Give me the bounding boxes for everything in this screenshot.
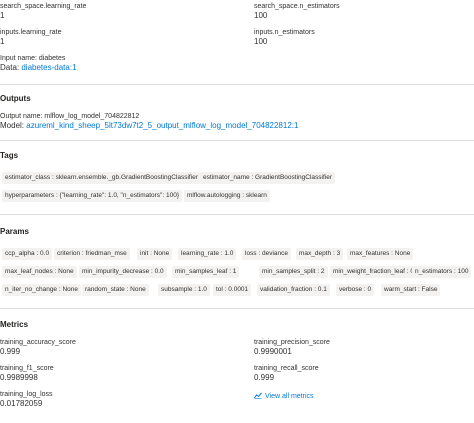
param-chip: min_weight_fraction_leaf : 0.0 xyxy=(330,266,423,278)
metric-training-f1: training_f1_score 0.9989998 xyxy=(0,364,54,383)
metric-label: training_accuracy_score xyxy=(0,339,76,346)
input-info: Input name: diabetes Data: diabetes-data… xyxy=(0,54,77,73)
model-prefix: Model: xyxy=(0,121,25,130)
input-name: Input name: diabetes xyxy=(0,55,66,62)
value: 100 xyxy=(254,37,268,46)
param-chip: loss : deviance xyxy=(242,248,291,260)
value: 100 xyxy=(254,11,268,20)
label: search_space.learning_rate xyxy=(0,3,87,10)
chart-icon xyxy=(254,392,262,401)
tags-header: Tags xyxy=(0,151,19,160)
metrics-header: Metrics xyxy=(0,320,29,329)
param-chip: random_state : None xyxy=(82,284,149,296)
params-header: Params xyxy=(0,227,29,236)
metric-training-recall: training_recall_score 0.999 xyxy=(254,364,319,383)
param-chip: max_depth : 3 xyxy=(296,248,344,260)
param-chip: criterion : friedman_mse xyxy=(54,248,130,260)
output-name: Output name: mlflow_log_model_704822812 xyxy=(0,113,140,120)
param-chip: n_estimators : 100 xyxy=(412,266,472,278)
value: 1 xyxy=(0,11,5,20)
metric-label: training_f1_score xyxy=(0,365,54,372)
outputs-header: Outputs xyxy=(0,94,31,103)
param-chip: n_iter_no_change : None xyxy=(2,284,82,296)
data-prefix: Data: xyxy=(0,63,20,72)
inputs-learning-rate: inputs.learning_rate 1 xyxy=(0,28,62,47)
label: inputs.n_estimators xyxy=(254,29,315,36)
param-chip: ccp_alpha : 0.0 xyxy=(2,248,53,260)
metric-value: 0.9989998 xyxy=(0,373,38,382)
data-row: Data: diabetes-data:1 xyxy=(0,63,77,73)
metric-label: training_recall_score xyxy=(254,365,319,372)
param-chip: init : None xyxy=(137,248,173,260)
param-chip: verbose : 0 xyxy=(336,284,375,296)
metric-value: 0.999 xyxy=(254,373,275,382)
model-row: Model: azureml_kind_sheep_5lt73dw7t2_5_o… xyxy=(0,121,298,131)
search-space-learning-rate: search_space.learning_rate 1 xyxy=(0,2,86,21)
search-space-n-estimators: search_space.n_estimators 100 xyxy=(254,2,340,21)
value: 1 xyxy=(0,37,5,46)
metric-training-log-loss: training_log_loss 0.01782059 xyxy=(0,390,53,409)
metric-value: 0.999 xyxy=(0,347,21,356)
param-chip: min_impurity_decrease : 0.0 xyxy=(79,266,167,278)
param-chip: min_samples_split : 2 xyxy=(259,266,328,278)
metric-label: training_log_loss xyxy=(0,391,53,398)
param-chip: learning_rate : 1.0 xyxy=(178,248,237,260)
param-chip: subsample : 1.0 xyxy=(158,284,210,296)
metric-label: training_precision_score xyxy=(254,339,330,346)
param-chip: min_samples_leaf : 1 xyxy=(172,266,240,278)
divider xyxy=(0,140,474,141)
tag-chip: estimator_class : sklearn.ensemble._gb.G… xyxy=(2,172,201,184)
tag-chip: hyperparameters : {"learning_rate": 1.0,… xyxy=(2,190,182,202)
divider xyxy=(0,308,474,309)
data-link[interactable]: diabetes-data:1 xyxy=(21,63,76,72)
param-chip: warm_start : False xyxy=(381,284,441,296)
metric-value: 0.01782059 xyxy=(0,399,43,408)
metric-training-accuracy: training_accuracy_score 0.999 xyxy=(0,338,76,357)
inputs-n-estimators: inputs.n_estimators 100 xyxy=(254,28,315,47)
metric-value: 0.9990001 xyxy=(254,347,292,356)
param-chip: tol : 0.0001 xyxy=(213,284,252,296)
param-chip: validation_fraction : 0.1 xyxy=(257,284,330,296)
output-info: Output name: mlflow_log_model_704822812 … xyxy=(0,112,298,131)
param-chip: max_features : None xyxy=(347,248,414,260)
tag-chip: mlflow.autologging : sklearn xyxy=(184,190,270,202)
label: inputs.learning_rate xyxy=(0,29,62,36)
metric-training-precision: training_precision_score 0.9990001 xyxy=(254,338,330,357)
param-chip: max_leaf_nodes : None xyxy=(2,266,77,278)
view-all-metrics-label: View all metrics xyxy=(265,393,314,400)
tag-chip: estimator_name : GradientBoostingClassif… xyxy=(200,172,335,184)
view-all-metrics-link[interactable]: View all metrics xyxy=(254,392,314,401)
model-link[interactable]: azureml_kind_sheep_5lt73dw7t2_5_output_m… xyxy=(26,121,298,130)
divider xyxy=(0,214,474,215)
label: search_space.n_estimators xyxy=(254,3,340,10)
divider xyxy=(0,84,474,85)
